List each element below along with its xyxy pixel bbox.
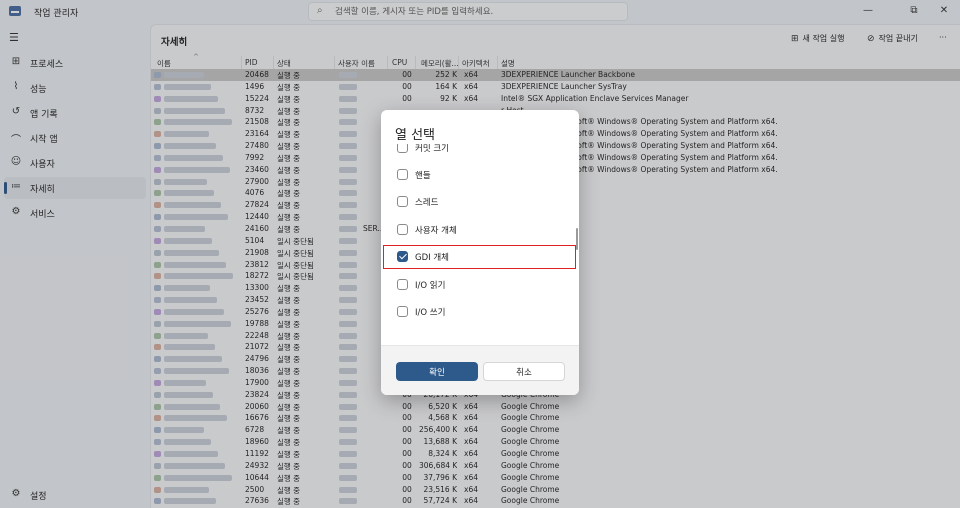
ok-button[interactable]: 확인 xyxy=(396,362,478,381)
checkbox[interactable] xyxy=(397,169,408,180)
dialog-footer: 확인 취소 xyxy=(381,345,579,395)
option-label: GDI 개체 xyxy=(415,253,449,263)
checkbox[interactable] xyxy=(397,196,408,207)
checkbox-checked[interactable] xyxy=(397,251,408,262)
option-label: I/O 쓰기 xyxy=(415,308,446,318)
dialog-title: 열 선택 xyxy=(395,128,436,143)
cancel-button[interactable]: 취소 xyxy=(483,362,565,381)
checkbox[interactable] xyxy=(397,144,408,153)
option-user-objects[interactable]: 사용자 개체 xyxy=(395,219,565,241)
option-io-writes[interactable]: I/O 쓰기 xyxy=(395,301,565,323)
select-columns-dialog: 열 선택 커밋 크기 핸들 스레드 사용자 개체 GDI 개체 I/O 읽기 I… xyxy=(381,110,579,395)
option-handles[interactable]: 핸들 xyxy=(395,164,565,186)
option-io-reads[interactable]: I/O 읽기 xyxy=(395,274,565,296)
option-label: I/O 읽기 xyxy=(415,281,446,291)
option-label: 핸들 xyxy=(415,171,431,181)
checkbox[interactable] xyxy=(397,224,408,235)
option-threads[interactable]: 스레드 xyxy=(395,191,565,213)
option-gdi-objects[interactable]: GDI 개체 xyxy=(383,245,576,269)
option-label: 스레드 xyxy=(415,198,439,208)
option-label: 커밋 크기 xyxy=(415,144,449,154)
option-label: 사용자 개체 xyxy=(415,226,457,236)
option-commit-size[interactable]: 커밋 크기 xyxy=(395,144,565,159)
checkbox[interactable] xyxy=(397,279,408,290)
column-option-list: 커밋 크기 핸들 스레드 사용자 개체 GDI 개체 I/O 읽기 I/O 쓰기 xyxy=(381,144,579,344)
scrollbar-thumb[interactable] xyxy=(576,228,578,250)
checkbox[interactable] xyxy=(397,306,408,317)
